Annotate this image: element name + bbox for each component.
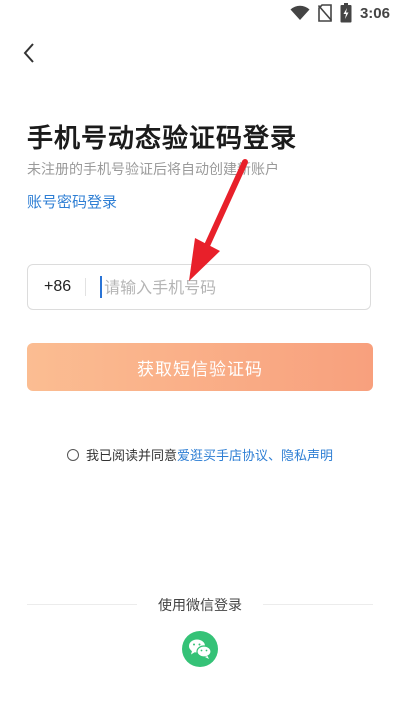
divider [85,278,87,296]
wechat-login-section: 使用微信登录 [27,595,373,615]
wechat-login-button[interactable] [182,631,218,667]
password-login-link[interactable]: 账号密码登录 [27,191,117,212]
wechat-icon [189,639,212,659]
agreement-text: 我已阅读并同意 [85,449,177,464]
chevron-left-icon [23,43,34,63]
wechat-login-label: 使用微信登录 [152,598,248,614]
phone-number-input[interactable] [104,267,370,307]
country-code-selector[interactable]: +86 [44,278,71,296]
text-cursor [100,276,103,298]
agreement-link[interactable]: 爱逛买手店协议、隐私声明 [177,445,333,464]
agreement-checkbox[interactable] [66,448,79,461]
wifi-icon [290,5,310,20]
page-subtitle: 未注册的手机号验证后将自动创建新账户 [27,162,279,178]
phone-input-box: +86 [27,264,371,310]
status-bar: 3:06 [0,0,400,28]
page-title: 手机号动态验证码登录 [27,124,298,154]
status-icons: 3:06 [290,3,390,23]
agreement-row: 我已阅读并同意 爱逛买手店协议、隐私声明 [0,445,400,464]
back-button[interactable] [14,38,44,68]
get-sms-code-button[interactable]: 获取短信验证码 [27,343,373,391]
no-sim-icon [317,4,332,22]
status-time: 3:06 [359,4,390,22]
battery-icon [340,3,352,23]
